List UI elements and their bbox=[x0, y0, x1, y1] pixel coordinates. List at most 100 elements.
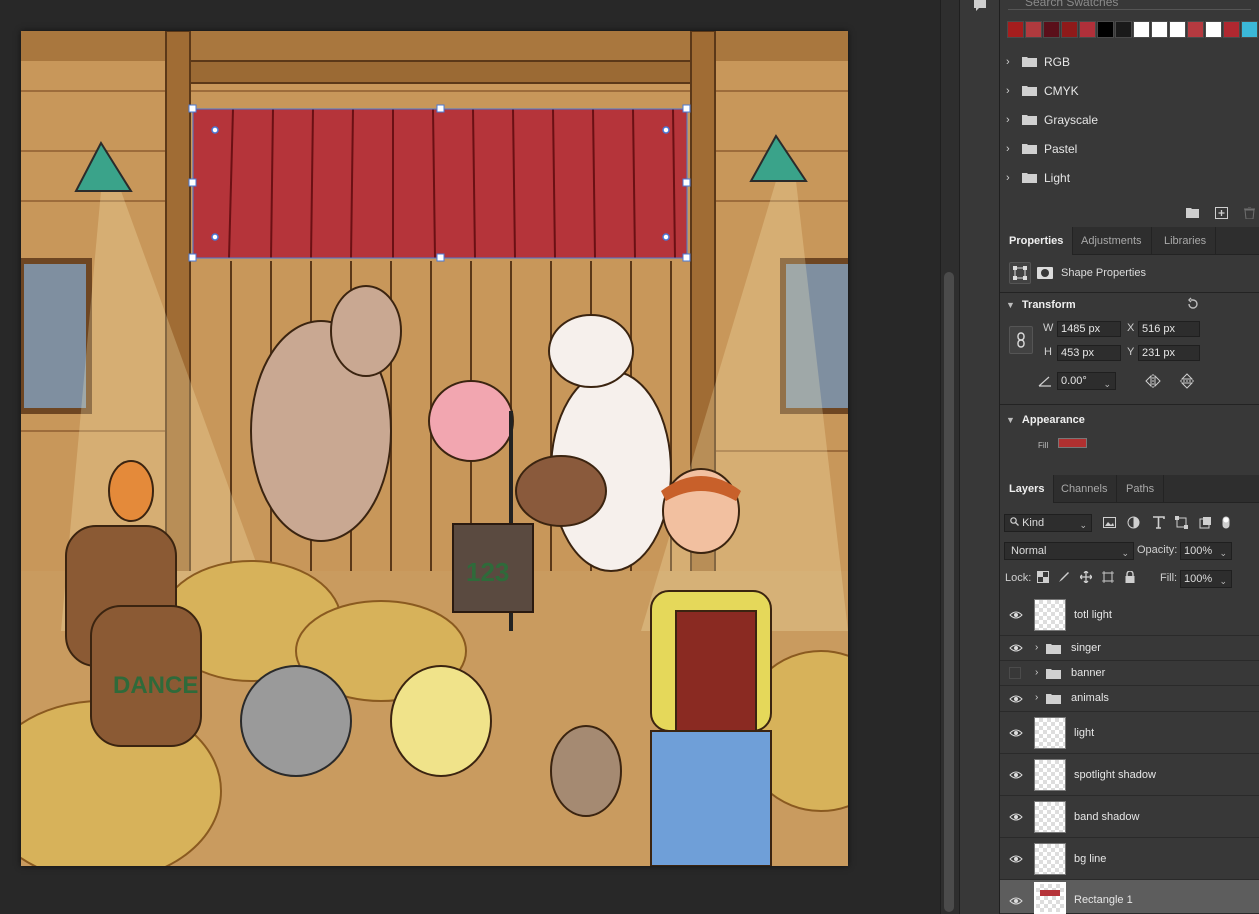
layer-row-bg-line[interactable]: bg line bbox=[1000, 838, 1259, 880]
layer-row-band-shadow[interactable]: band shadow bbox=[1000, 796, 1259, 838]
transform-section-header[interactable]: ▼ Transform bbox=[1006, 297, 1076, 313]
scrollbar-thumb[interactable] bbox=[944, 272, 954, 912]
swatch[interactable] bbox=[1151, 21, 1168, 38]
smart-object-filter-icon[interactable] bbox=[1199, 516, 1212, 529]
layer-row-totl-light[interactable]: totl light bbox=[1000, 594, 1259, 636]
artboard[interactable]: DANCE 123 bbox=[21, 31, 848, 866]
chevron-down-icon[interactable]: ⌄ bbox=[1103, 376, 1111, 392]
swatch[interactable] bbox=[1115, 21, 1132, 38]
layer-group-singer[interactable]: › singer bbox=[1000, 636, 1259, 661]
swatch[interactable] bbox=[1061, 21, 1078, 38]
type-filter-icon[interactable] bbox=[1152, 516, 1165, 529]
tab-libraries[interactable]: Libraries bbox=[1155, 227, 1217, 255]
right-panel: Search Swatches › RGB › CMYK › Grayscale… bbox=[1000, 0, 1259, 914]
opacity-value: 100% bbox=[1184, 545, 1213, 557]
transform-label: Transform bbox=[1021, 299, 1076, 311]
tab-adjustments[interactable]: Adjustments bbox=[1072, 227, 1152, 255]
height-field[interactable]: 453 px bbox=[1057, 345, 1121, 361]
trash-icon[interactable] bbox=[1243, 207, 1256, 219]
layer-thumbnail bbox=[1034, 759, 1066, 791]
visibility-eye-icon[interactable] bbox=[1009, 728, 1023, 738]
swatch[interactable] bbox=[1241, 21, 1258, 38]
tab-layers[interactable]: Layers bbox=[1000, 475, 1055, 503]
lock-position-icon[interactable] bbox=[1080, 571, 1092, 583]
swatch[interactable] bbox=[1097, 21, 1114, 38]
opacity-label: Opacity: bbox=[1137, 544, 1178, 556]
layer-filter-kind-select[interactable]: Kind ⌄ bbox=[1004, 514, 1092, 532]
document-canvas-area[interactable]: DANCE 123 bbox=[0, 0, 940, 914]
transform-icon[interactable] bbox=[1009, 262, 1031, 284]
reset-transform-icon[interactable] bbox=[1186, 297, 1200, 311]
layer-name: band shadow bbox=[1074, 811, 1140, 823]
shape-filter-icon[interactable] bbox=[1175, 516, 1188, 529]
tab-properties[interactable]: Properties bbox=[1000, 227, 1074, 255]
swatch[interactable] bbox=[1025, 21, 1042, 38]
layer-row-rectangle-1[interactable]: Rectangle 1 bbox=[1000, 880, 1259, 914]
chevron-right-icon[interactable]: › bbox=[1035, 667, 1038, 678]
opacity-field[interactable]: 100% ⌄ bbox=[1180, 542, 1232, 560]
layer-row-spotlight-shadow[interactable]: spotlight shadow bbox=[1000, 754, 1259, 796]
layer-row-light[interactable]: light bbox=[1000, 712, 1259, 754]
visibility-eye-icon[interactable] bbox=[1009, 896, 1023, 906]
tab-paths[interactable]: Paths bbox=[1117, 475, 1165, 503]
lock-transparent-pixels-icon[interactable] bbox=[1037, 571, 1049, 583]
image-filter-icon[interactable] bbox=[1103, 516, 1116, 529]
comment-icon[interactable] bbox=[973, 0, 987, 12]
visibility-toggle-off[interactable] bbox=[1009, 667, 1021, 679]
layer-name: animals bbox=[1071, 692, 1109, 704]
new-swatch-icon[interactable] bbox=[1215, 207, 1228, 219]
folder-icon bbox=[1022, 57, 1037, 67]
filter-toggle-icon[interactable] bbox=[1222, 516, 1230, 529]
fill-field[interactable]: 100% ⌄ bbox=[1180, 570, 1232, 588]
appearance-section-header[interactable]: ▼ Appearance bbox=[1006, 412, 1085, 428]
new-group-folder-icon[interactable] bbox=[1186, 207, 1199, 219]
visibility-eye-icon[interactable] bbox=[1009, 643, 1023, 653]
width-field[interactable]: 1485 px bbox=[1057, 321, 1121, 337]
swatch[interactable] bbox=[1043, 21, 1060, 38]
swatch[interactable] bbox=[1187, 21, 1204, 38]
lock-artboard-icon[interactable] bbox=[1102, 571, 1114, 583]
swatch[interactable] bbox=[1223, 21, 1240, 38]
swatch-folder-rgb[interactable]: › RGB bbox=[1000, 47, 1259, 76]
rotation-angle-field[interactable]: 0.00° ⌄ bbox=[1057, 372, 1116, 390]
chevron-down-icon: ▼ bbox=[1006, 415, 1015, 425]
angle-value: 0.00° bbox=[1061, 375, 1087, 387]
fill-color-swatch[interactable] bbox=[1058, 438, 1087, 448]
x-field[interactable]: 516 px bbox=[1138, 321, 1200, 337]
visibility-eye-icon[interactable] bbox=[1009, 854, 1023, 864]
chevron-right-icon: › bbox=[1006, 171, 1010, 184]
y-field[interactable]: 231 px bbox=[1138, 345, 1200, 361]
flip-vertical-icon[interactable] bbox=[1180, 373, 1194, 389]
swatch-folder-light[interactable]: › Light bbox=[1000, 163, 1259, 192]
banner-rectangle[interactable] bbox=[193, 109, 687, 258]
blend-mode-select[interactable]: Normal ⌄ bbox=[1004, 542, 1134, 560]
swatch-folder-grayscale[interactable]: › Grayscale bbox=[1000, 105, 1259, 134]
layer-name: light bbox=[1074, 727, 1095, 739]
swatch[interactable] bbox=[1007, 21, 1024, 38]
folder-label: Grayscale bbox=[1044, 112, 1099, 127]
layer-group-banner[interactable]: › banner bbox=[1000, 661, 1259, 686]
adjustment-filter-icon[interactable] bbox=[1127, 516, 1140, 529]
visibility-eye-icon[interactable] bbox=[1009, 812, 1023, 822]
swatch[interactable] bbox=[1169, 21, 1186, 38]
link-dimensions-button[interactable] bbox=[1009, 326, 1033, 354]
rectangle-thumbnail-fill bbox=[1040, 890, 1060, 896]
mask-icon[interactable] bbox=[1037, 267, 1053, 279]
swatch[interactable] bbox=[1133, 21, 1150, 38]
shape-properties-header: Shape Properties bbox=[1009, 262, 1146, 284]
visibility-eye-icon[interactable] bbox=[1009, 770, 1023, 780]
chevron-right-icon[interactable]: › bbox=[1035, 642, 1038, 653]
visibility-eye-icon[interactable] bbox=[1009, 694, 1023, 704]
flip-horizontal-icon[interactable] bbox=[1145, 374, 1161, 388]
layer-group-animals[interactable]: › animals bbox=[1000, 686, 1259, 712]
chevron-right-icon[interactable]: › bbox=[1035, 692, 1038, 703]
lock-all-icon[interactable] bbox=[1124, 571, 1136, 583]
swatch-search-input[interactable]: Search Swatches bbox=[1008, 0, 1251, 10]
tab-channels[interactable]: Channels bbox=[1052, 475, 1118, 503]
swatch[interactable] bbox=[1079, 21, 1096, 38]
swatch-folder-cmyk[interactable]: › CMYK bbox=[1000, 76, 1259, 105]
visibility-eye-icon[interactable] bbox=[1009, 610, 1023, 620]
swatch[interactable] bbox=[1205, 21, 1222, 38]
lock-image-pixels-icon[interactable] bbox=[1058, 571, 1070, 583]
swatch-folder-pastel[interactable]: › Pastel bbox=[1000, 134, 1259, 163]
